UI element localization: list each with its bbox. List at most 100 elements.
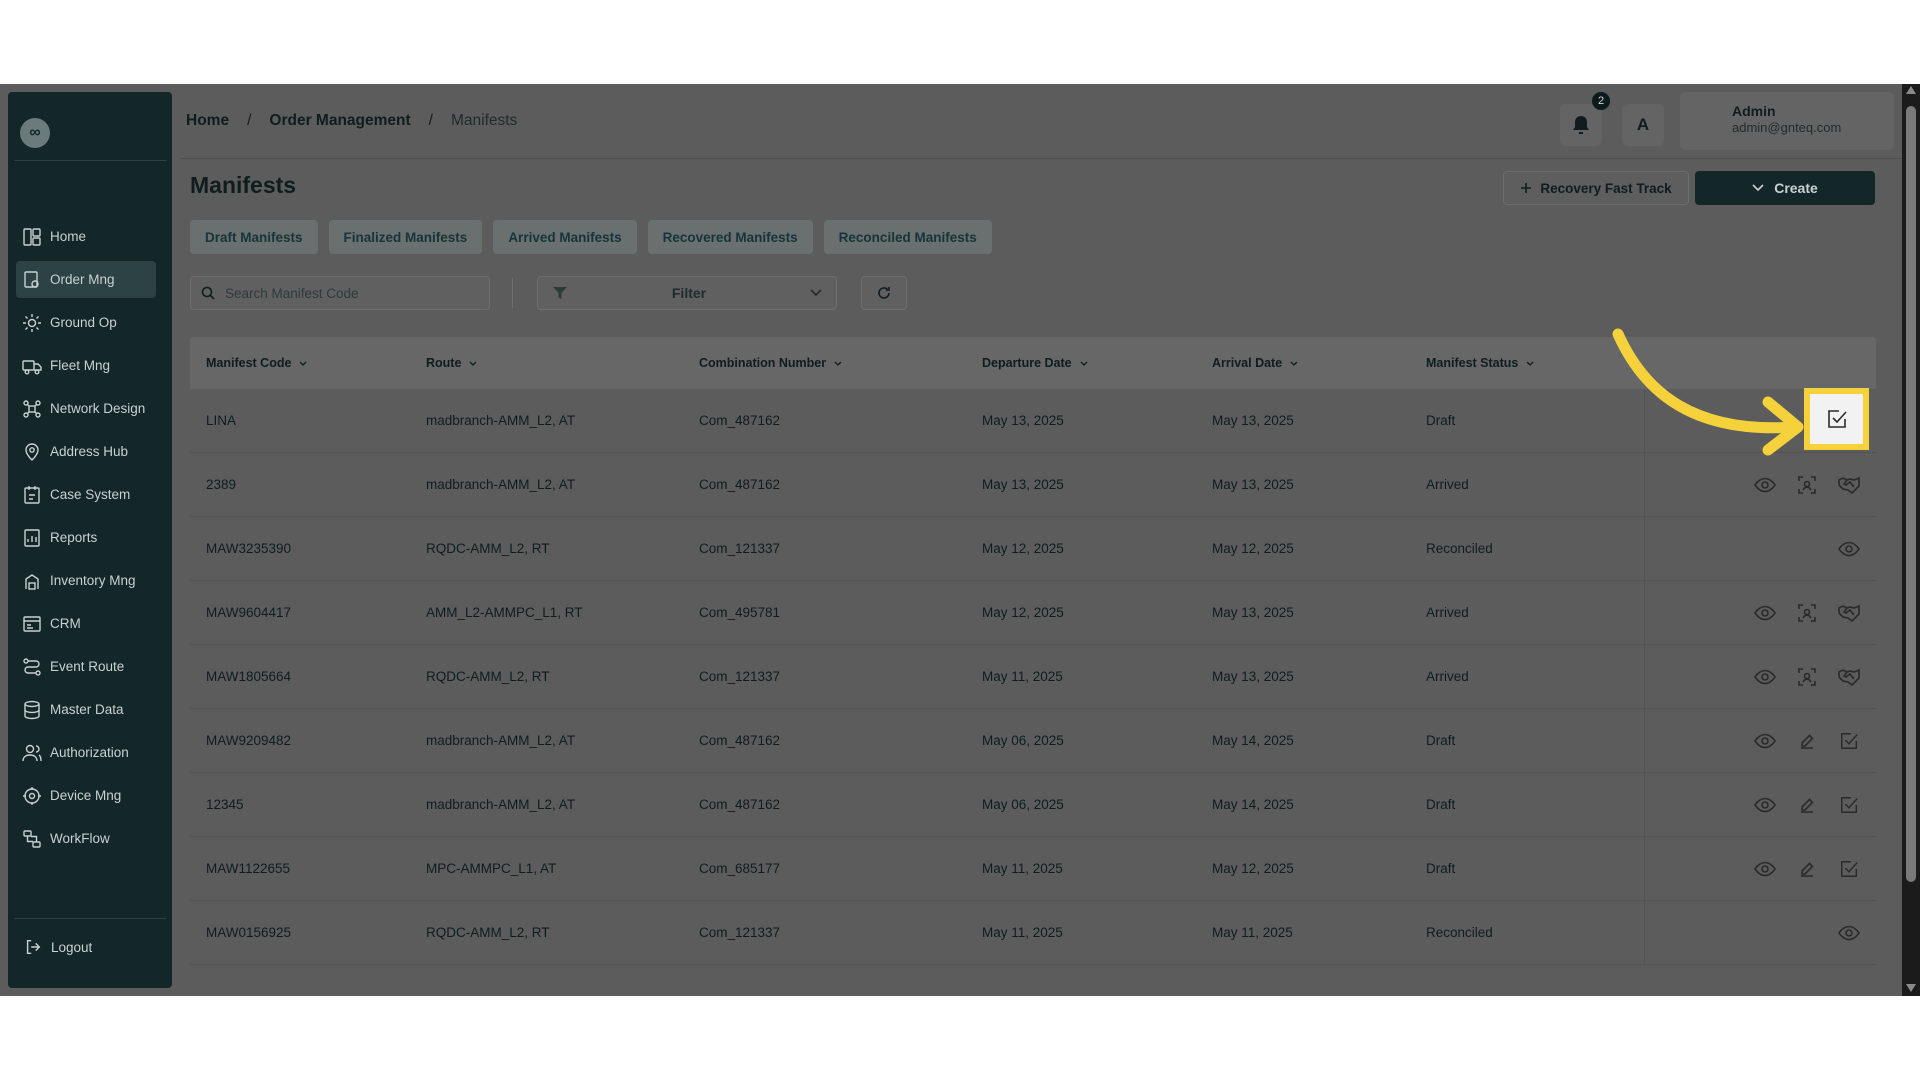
- refresh-button[interactable]: [861, 276, 907, 310]
- cell-manifest-status: Draft: [1426, 733, 1456, 748]
- sidebar-item-address-hub[interactable]: Address Hub: [16, 433, 156, 470]
- logout-button[interactable]: Logout: [24, 938, 92, 956]
- reconcile-button[interactable]: [1836, 472, 1862, 498]
- finalize-button[interactable]: [1836, 728, 1862, 754]
- column-header-route[interactable]: Route: [426, 356, 477, 370]
- scroll-up-arrow[interactable]: [1906, 86, 1916, 94]
- table-row: MAW9209482 madbranch-AMM_L2, AT Com_487162…: [190, 709, 1876, 773]
- scan-button[interactable]: [1794, 664, 1820, 690]
- recovery-fast-track-label: Recovery Fast Track: [1540, 180, 1672, 196]
- logout-label: Logout: [51, 939, 93, 955]
- scroll-thumb[interactable]: [1906, 106, 1916, 882]
- tab-recovered-manifests[interactable]: Recovered Manifests: [647, 220, 813, 254]
- cell-manifest-status: Arrived: [1426, 605, 1469, 620]
- breadcrumb-home[interactable]: Home: [186, 112, 229, 130]
- notifications-button[interactable]: [1560, 104, 1602, 146]
- sidebar-item-case-system[interactable]: Case System: [16, 476, 156, 513]
- search-box[interactable]: [190, 276, 490, 310]
- sidebar-item-authorization[interactable]: Authorization: [16, 734, 156, 771]
- edit-button[interactable]: [1794, 792, 1820, 818]
- recovery-fast-track-button[interactable]: Recovery Fast Track: [1503, 171, 1689, 205]
- workflow-icon: [23, 829, 41, 848]
- tab-arrived-manifests[interactable]: Arrived Manifests: [493, 220, 637, 254]
- column-header-manifest-code[interactable]: Manifest Code: [206, 356, 307, 370]
- scan-icon: [1798, 475, 1816, 494]
- user-profile[interactable]: Admin admin@gnteq.com: [1680, 92, 1894, 150]
- view-button[interactable]: [1752, 728, 1778, 754]
- breadcrumb-order-management[interactable]: Order Management: [269, 112, 410, 130]
- view-button[interactable]: [1752, 600, 1778, 626]
- cell-manifest-code: MAW3235390: [206, 541, 292, 556]
- handshake-icon: [1838, 604, 1860, 622]
- view-icon: [1838, 925, 1860, 940]
- view-button[interactable]: [1752, 792, 1778, 818]
- chevron-down-icon: [299, 361, 307, 366]
- cell-departure-date: May 11, 2025: [982, 669, 1063, 684]
- handshake-icon: [1838, 476, 1860, 494]
- cell-route: MPC-AMMPC_L1, AT: [426, 861, 557, 876]
- cell-arrival-date: May 14, 2025: [1212, 733, 1294, 748]
- sidebar-item-crm[interactable]: CRM: [16, 605, 156, 642]
- sidebar-item-network-design[interactable]: Network Design: [16, 390, 156, 427]
- filter-dropdown[interactable]: Filter: [537, 276, 837, 310]
- sidebar-item-event-route[interactable]: Event Route: [16, 648, 156, 685]
- view-button[interactable]: [1836, 920, 1862, 946]
- sidebar-item-label: Device Mng: [50, 788, 122, 803]
- table-row: MAW9604417 AMM_L2-AMMPC_L1, RT Com_495781 M…: [190, 581, 1876, 645]
- highlighted-finalize-button[interactable]: [1804, 388, 1869, 450]
- edit-button[interactable]: [1794, 728, 1820, 754]
- filter-label: Filter: [671, 285, 707, 301]
- column-label: Manifest Code: [206, 356, 292, 370]
- tab-finalized-manifests[interactable]: Finalized Manifests: [328, 220, 483, 254]
- sidebar-item-ground-op[interactable]: Ground Op: [16, 304, 156, 341]
- column-header-manifest-status[interactable]: Manifest Status: [1426, 356, 1534, 370]
- sidebar-item-order-mng[interactable]: Order Mng: [16, 261, 156, 298]
- sidebar-item-home[interactable]: Home: [16, 218, 156, 255]
- tab-reconciled-manifests[interactable]: Reconciled Manifests: [823, 220, 992, 254]
- sidebar-item-device-mng[interactable]: Device Mng: [16, 777, 156, 814]
- scan-button[interactable]: [1794, 472, 1820, 498]
- cell-route: RQDC-AMM_L2, RT: [426, 541, 550, 556]
- search-input[interactable]: [225, 285, 475, 301]
- scroll-down-arrow[interactable]: [1906, 984, 1916, 992]
- view-button[interactable]: [1752, 472, 1778, 498]
- reconcile-button[interactable]: [1836, 664, 1862, 690]
- finalize-button[interactable]: [1836, 792, 1862, 818]
- reconcile-button[interactable]: [1836, 600, 1862, 626]
- view-icon: [1754, 797, 1776, 812]
- vertical-scrollbar[interactable]: [1902, 84, 1920, 996]
- sidebar-item-label: Master Data: [50, 702, 124, 717]
- sidebar-item-fleet-mng[interactable]: Fleet Mng: [16, 347, 156, 384]
- cell-manifest-status: Reconciled: [1426, 925, 1493, 940]
- chevron-down-icon: [834, 361, 842, 366]
- cell-combination-number: Com_487162: [699, 797, 781, 812]
- sidebar-item-master-data[interactable]: Master Data: [16, 691, 156, 728]
- checkbox-icon: [1827, 410, 1847, 428]
- scan-button[interactable]: [1794, 600, 1820, 626]
- cell-departure-date: May 06, 2025: [982, 797, 1064, 812]
- actions-divider: [1644, 837, 1645, 900]
- tab-draft-manifests[interactable]: Draft Manifests: [190, 220, 318, 254]
- sidebar-item-inventory-mng[interactable]: Inventory Mng: [16, 562, 156, 599]
- language-button[interactable]: A: [1622, 104, 1664, 146]
- cell-manifest-status: Draft: [1426, 413, 1456, 428]
- sidebar-item-workflow[interactable]: WorkFlow: [16, 820, 156, 857]
- case-icon: [24, 485, 40, 504]
- truck-icon: [22, 359, 42, 374]
- edit-button[interactable]: [1794, 856, 1820, 882]
- cell-manifest-code: MAW0156925: [206, 925, 292, 940]
- bell-icon: [1573, 116, 1589, 134]
- view-button[interactable]: [1752, 664, 1778, 690]
- column-header-combination-number[interactable]: Combination Number: [699, 356, 842, 370]
- view-button[interactable]: [1836, 536, 1862, 562]
- view-button[interactable]: [1752, 856, 1778, 882]
- sidebar-item-reports[interactable]: Reports: [16, 519, 156, 556]
- scan-icon: [1798, 603, 1816, 622]
- column-header-arrival-date[interactable]: Arrival Date: [1212, 356, 1298, 370]
- row-actions: [1752, 837, 1862, 900]
- report-icon: [24, 528, 40, 547]
- create-button[interactable]: Create: [1695, 171, 1875, 205]
- column-header-departure-date[interactable]: Departure Date: [982, 356, 1088, 370]
- table-row: MAW1122655 MPC-AMMPC_L1, AT Com_685177 May …: [190, 837, 1876, 901]
- finalize-button[interactable]: [1836, 856, 1862, 882]
